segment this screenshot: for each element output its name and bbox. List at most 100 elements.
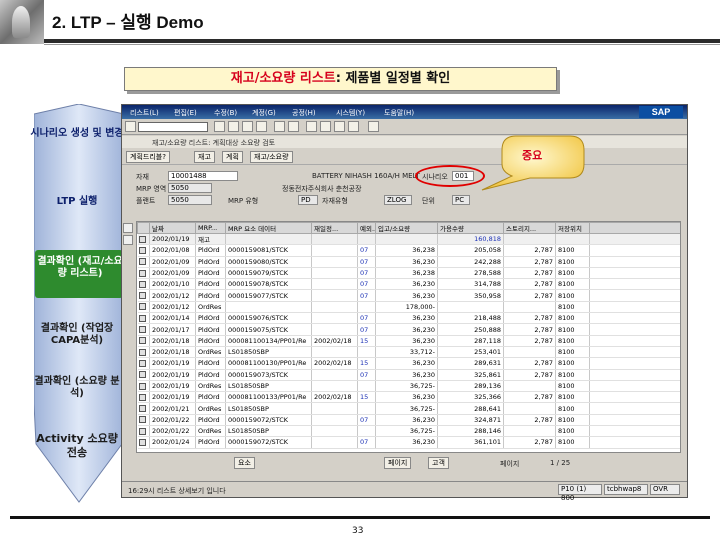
table-row[interactable]: 2002/01/14 PldOrd 0000159076/STCK 07 36,230 2… (137, 312, 680, 325)
table-row[interactable]: 2002/01/12 PldOrd 0000159077/STCK 07 36,230 3… (137, 289, 680, 302)
column-header-icon (137, 222, 150, 234)
plan-button[interactable]: 계획드리블? (126, 151, 170, 163)
cell-date: 2002/01/19 (149, 233, 196, 246)
cell-reschedule (311, 402, 358, 415)
detail-icon[interactable] (138, 382, 146, 390)
column-header-available[interactable]: 가용수량 (437, 222, 504, 234)
mrp-type-field: PD (298, 195, 318, 205)
table-row[interactable]: 2002/01/18 OrdRes LS01850SBP 33,712- 253,401… (137, 346, 680, 359)
save-icon[interactable] (214, 121, 225, 132)
cell-available: 314,788 (437, 278, 504, 291)
detail-icon[interactable] (138, 393, 146, 401)
exit-icon[interactable] (242, 121, 253, 132)
menu-list[interactable]: 리스트(L) (130, 108, 159, 118)
print-icon[interactable] (274, 121, 285, 132)
cell-mrp-data: 0000159081/STCK (225, 244, 312, 257)
table-row[interactable]: 2002/01/19 재고 160,818 (137, 233, 680, 246)
cell-storage: 2,787 (503, 391, 556, 404)
detail-icon[interactable] (138, 405, 146, 413)
table-row[interactable]: 2002/01/12 OrdRes 178,000- 8100 (137, 301, 680, 314)
column-header-mrp-element[interactable]: MRP... (195, 222, 226, 234)
detail-icon[interactable] (138, 303, 146, 311)
menu-account[interactable]: 계정(G) (252, 108, 276, 118)
menu-change[interactable]: 수정(B) (214, 108, 237, 118)
cell-available: 160,818 (437, 233, 504, 246)
cell-receipt-req: 36,238 (375, 267, 438, 280)
table-row[interactable]: 2002/01/22 PldOrd 0000159072/STCK 07 36,230 3… (137, 414, 680, 427)
page-button[interactable]: 페이지 (384, 457, 412, 469)
collapse-icon[interactable] (123, 235, 133, 245)
expand-icon[interactable] (123, 223, 133, 233)
cell-exception: 07 (357, 369, 376, 381)
menu-process[interactable]: 공정(H) (292, 108, 316, 118)
cell-location: 8100 (555, 256, 590, 268)
cell-date: 2002/01/18 (149, 346, 196, 359)
cancel-icon[interactable] (256, 121, 267, 132)
cell-reschedule (311, 256, 358, 268)
command-field[interactable] (138, 122, 208, 132)
table-row[interactable]: 2002/01/21 OrdRes LS01850SBP 36,725- 288,641… (137, 402, 680, 415)
row-icon (137, 312, 150, 325)
detail-icon[interactable] (138, 438, 146, 446)
table-row[interactable]: 2002/01/10 PldOrd 0000159078/STCK 07 36,230 3… (137, 278, 680, 291)
detail-icon[interactable] (138, 326, 146, 334)
detail-icon[interactable] (138, 280, 146, 288)
enter-icon[interactable] (125, 121, 136, 132)
detail-icon[interactable] (138, 235, 146, 243)
help-icon[interactable] (368, 121, 379, 132)
detail-icon[interactable] (138, 314, 146, 322)
cell-spacer (589, 402, 680, 415)
detail-icon[interactable] (138, 427, 146, 435)
table-row[interactable]: 2002/01/09 PldOrd 0000159080/STCK 07 36,230 2… (137, 256, 680, 268)
material-field[interactable]: 10001488 (168, 171, 238, 181)
table-row[interactable]: 2002/01/19 PldOrd 0000159073/STCK 07 36,230 3… (137, 369, 680, 381)
last-page-icon[interactable] (348, 121, 359, 132)
stock-button[interactable]: 재고 (194, 151, 215, 163)
next-page-icon[interactable] (334, 121, 345, 132)
unit-field: PC (452, 195, 470, 205)
first-page-icon[interactable] (306, 121, 317, 132)
cell-location: 8100 (555, 391, 590, 404)
customer-button[interactable]: 고객 (428, 457, 449, 469)
cell-mrp-data: 0000159077/STCK (225, 289, 312, 302)
menu-edit[interactable]: 편집(E) (174, 108, 197, 118)
table-row[interactable]: 2002/01/08 PldOrd 0000159081/STCK 07 36,238 2… (137, 244, 680, 257)
detail-icon[interactable] (138, 269, 146, 277)
cell-exception: 07 (357, 323, 376, 336)
detail-icon[interactable] (138, 371, 146, 379)
detail-icon[interactable] (138, 337, 146, 345)
detail-icon[interactable] (138, 416, 146, 424)
mrp-area-field[interactable]: 5050 (168, 183, 212, 193)
column-header-reschedule[interactable]: 재일정... (311, 222, 358, 234)
prev-page-icon[interactable] (320, 121, 331, 132)
stock-req-button[interactable]: 재고/소요량 (250, 151, 293, 163)
page-value: 1 / 25 (550, 459, 571, 467)
column-header-receipt-req[interactable]: 입고/소요량 (375, 222, 438, 234)
table-row[interactable]: 2002/01/09 PldOrd 0000159079/STCK 07 36,238 2… (137, 267, 680, 280)
table-row[interactable]: 2002/01/24 PldOrd 0000159072/STCK 07 36,230 3… (137, 436, 680, 449)
menu-system[interactable]: 시스템(Y) (336, 108, 365, 118)
menu-help[interactable]: 도움말(H) (384, 108, 414, 118)
table-row[interactable]: 2002/01/22 OrdRes LS01850SBP 36,725- 288,146… (137, 425, 680, 438)
detail-icon[interactable] (138, 348, 146, 356)
back-icon[interactable] (228, 121, 239, 132)
column-header-location[interactable]: 저장위치 (555, 222, 590, 234)
element-button[interactable]: 요소 (234, 457, 255, 469)
cell-exception: 07 (357, 436, 376, 449)
detail-icon[interactable] (138, 359, 146, 367)
find-icon[interactable] (288, 121, 299, 132)
table-row[interactable]: 2002/01/19 PldOrd 000081100133/PP01/Re 2002… (137, 391, 680, 404)
table-row[interactable]: 2002/01/19 PldOrd 000081100130/PP01/Re 2002… (137, 357, 680, 370)
planning-button[interactable]: 계획 (222, 151, 243, 163)
column-header-mrp-data[interactable]: MRP 요소 데이터 (225, 222, 312, 234)
detail-icon[interactable] (138, 258, 146, 266)
cell-available: 287,118 (437, 335, 504, 347)
detail-icon[interactable] (138, 292, 146, 300)
table-row[interactable]: 2002/01/18 PldOrd 000081100134/PP01/Re 2002… (137, 335, 680, 347)
table-row[interactable]: 2002/01/17 PldOrd 0000159075/STCK 07 36,230 2… (137, 323, 680, 336)
column-header-exception[interactable]: 예외... (357, 222, 376, 234)
column-header-date[interactable]: 날짜 (149, 222, 196, 234)
column-header-storage[interactable]: 스토리지... (503, 222, 556, 234)
detail-icon[interactable] (138, 246, 146, 254)
table-row[interactable]: 2002/01/19 OrdRes LS01850SBP 36,725- 289,136… (137, 380, 680, 393)
